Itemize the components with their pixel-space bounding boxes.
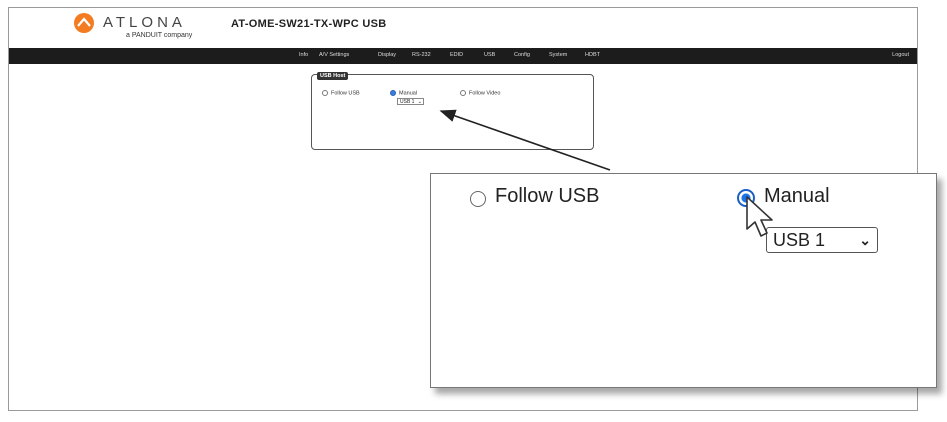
follow-usb-radio-zoom[interactable] — [470, 191, 486, 207]
chevron-down-icon: ⌄ — [859, 232, 871, 248]
mouse-pointer-icon — [746, 196, 773, 237]
usb-port-select-zoom[interactable]: USB 1 ⌄ — [766, 227, 878, 253]
follow-usb-label-zoom: Follow USB — [495, 185, 600, 207]
usb-port-value-zoom: USB 1 — [773, 230, 826, 250]
zoom-inset: Follow USB Manual USB 1 ⌄ — [430, 173, 937, 388]
callout-arrow — [439, 109, 611, 171]
